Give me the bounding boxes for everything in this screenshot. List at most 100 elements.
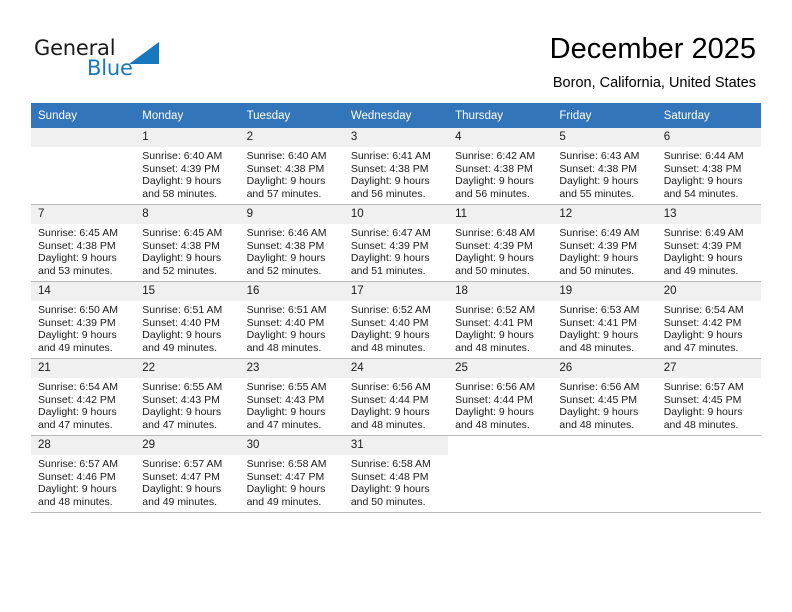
calendar-day-cell[interactable]: 20 Sunrise: 6:54 AM Sunset: 4:42 PM Dayligh… [656,281,761,359]
day-detail-line: Sunset: 4:38 PM [559,162,638,175]
day-number: 1 [135,128,240,147]
day-detail-line: Sunset: 4:38 PM [246,239,325,252]
calendar-day-cell[interactable]: 21 Sunrise: 6:54 AM Sunset: 4:42 PM Dayligh… [31,358,136,436]
day-number: 19 [552,282,657,301]
day-number: 26 [552,359,657,378]
logo-text-blue: Blue [87,56,133,80]
calendar-day-cell[interactable]: 19 Sunrise: 6:53 AM Sunset: 4:41 PM Dayligh… [552,281,657,359]
calendar-day-cell[interactable]: 1 Sunrise: 6:40 AM Sunset: 4:39 PM Daylight… [135,128,240,205]
day-detail-line: Daylight: 9 hours [38,483,117,496]
calendar-day-cell[interactable]: 22 Sunrise: 6:55 AM Sunset: 4:43 PM Dayligh… [135,358,240,436]
calendar-day-cell[interactable]: 29 Sunrise: 6:57 AM Sunset: 4:47 PM Dayligh… [135,435,240,513]
day-detail-line: Sunset: 4:43 PM [142,393,220,406]
day-number: 29 [135,436,240,455]
day-detail-line: Sunrise: 6:55 AM [142,381,223,393]
calendar-day-cell[interactable]: 25 Sunrise: 6:56 AM Sunset: 4:44 PM Dayligh… [448,358,553,436]
day-detail-line: Sunrise: 6:49 AM [559,227,640,239]
day-detail-line: and 54 minutes. [663,187,739,200]
day-detail-line: Sunrise: 6:50 AM [38,304,118,316]
calendar-day-cell[interactable]: 12 Sunrise: 6:49 AM Sunset: 4:39 PM Dayligh… [552,204,657,282]
calendar-day-cell[interactable]: 13 Sunrise: 6:49 AM Sunset: 4:39 PM Dayligh… [656,204,761,282]
calendar-day-cell[interactable]: 15 Sunrise: 6:51 AM Sunset: 4:40 PM Dayligh… [135,281,240,359]
day-detail-line: Daylight: 9 hours [38,252,117,265]
calendar-day-cell[interactable]: 27 Sunrise: 6:57 AM Sunset: 4:45 PM Dayligh… [656,358,761,436]
day-detail-line: Sunset: 4:45 PM [559,393,638,406]
day-number: 5 [552,128,657,147]
day-detail-line: Sunset: 4:47 PM [142,470,220,483]
calendar-day-cell[interactable]: 10 Sunrise: 6:47 AM Sunset: 4:39 PM Dayligh… [343,204,449,282]
general-blue-logo[interactable]: General Blue [34,36,214,86]
calendar-day-cell[interactable]: 7 Sunrise: 6:45 AM Sunset: 4:38 PM Daylight… [31,204,136,282]
calendar-day-cell[interactable]: 31 Sunrise: 6:58 AM Sunset: 4:48 PM Dayligh… [343,435,449,513]
weekday-header-monday: Monday [135,103,240,128]
day-detail-line: and 53 minutes. [38,264,113,277]
day-number: 25 [448,359,553,378]
day-details: Sunrise: 6:41 AM Sunset: 4:38 PM Daylight:… [344,147,448,200]
calendar-day-cell[interactable]: 14 Sunrise: 6:50 AM Sunset: 4:39 PM Dayligh… [31,281,136,359]
weekday-header-friday: Friday [552,103,657,128]
page-title: December 2025 [549,33,756,65]
calendar-day-cell[interactable]: 6 Sunrise: 6:44 AM Sunset: 4:38 PM Daylight… [656,128,761,205]
calendar-empty-cell [31,128,136,205]
day-detail-line: and 49 minutes. [663,264,739,277]
day-details: Sunrise: 6:45 AM Sunset: 4:38 PM Daylight:… [31,224,135,277]
calendar-day-cell[interactable]: 5 Sunrise: 6:43 AM Sunset: 4:38 PM Daylight… [552,128,657,205]
day-detail-line: Daylight: 9 hours [246,175,326,188]
calendar-day-cell[interactable]: 30 Sunrise: 6:58 AM Sunset: 4:47 PM Dayligh… [239,435,344,513]
day-detail-line: and 47 minutes. [663,341,739,354]
day-detail-line: Daylight: 9 hours [142,483,222,496]
day-details: Sunrise: 6:51 AM Sunset: 4:40 PM Daylight:… [135,301,239,354]
day-detail-line: Sunrise: 6:57 AM [38,458,118,470]
day-detail-line: and 49 minutes. [38,341,113,354]
day-detail-line: and 48 minutes. [350,418,426,431]
day-detail-line: Sunset: 4:38 PM [142,239,220,252]
day-details: Sunrise: 6:54 AM Sunset: 4:42 PM Daylight:… [31,378,135,431]
day-number: 30 [239,436,344,455]
day-number: 8 [135,205,240,224]
calendar-day-cell[interactable]: 3 Sunrise: 6:41 AM Sunset: 4:38 PM Daylight… [343,128,449,205]
day-number: 21 [31,359,136,378]
day-detail-line: Sunset: 4:39 PM [38,316,116,329]
day-detail-line: Sunset: 4:40 PM [142,316,220,329]
calendar-week-row: 28 Sunrise: 6:57 AM Sunset: 4:46 PM Dayligh… [31,435,761,513]
day-details: Sunrise: 6:56 AM Sunset: 4:44 PM Daylight:… [448,378,552,431]
day-detail-line: Daylight: 9 hours [663,406,743,419]
calendar-day-cell[interactable]: 26 Sunrise: 6:56 AM Sunset: 4:45 PM Dayligh… [552,358,657,436]
calendar-day-cell[interactable]: 28 Sunrise: 6:57 AM Sunset: 4:46 PM Dayligh… [31,435,136,513]
day-detail-line: Sunset: 4:45 PM [663,393,742,406]
calendar-day-cell[interactable]: 11 Sunrise: 6:48 AM Sunset: 4:39 PM Dayligh… [448,204,553,282]
day-number: 3 [343,128,449,147]
day-detail-line: Sunset: 4:39 PM [559,239,638,252]
calendar-day-cell[interactable]: 24 Sunrise: 6:56 AM Sunset: 4:44 PM Dayligh… [343,358,449,436]
day-detail-line: Sunset: 4:38 PM [455,162,533,175]
calendar-day-cell[interactable]: 2 Sunrise: 6:40 AM Sunset: 4:38 PM Daylight… [239,128,344,205]
day-detail-line: Sunset: 4:38 PM [350,162,429,175]
day-detail-line: Sunrise: 6:52 AM [350,304,431,316]
day-details: Sunrise: 6:56 AM Sunset: 4:44 PM Daylight:… [344,378,448,431]
day-detail-line: Sunrise: 6:54 AM [38,381,118,393]
day-detail-line: Sunset: 4:38 PM [246,162,325,175]
calendar-day-cell[interactable]: 17 Sunrise: 6:52 AM Sunset: 4:40 PM Dayligh… [343,281,449,359]
calendar-day-cell[interactable]: 23 Sunrise: 6:55 AM Sunset: 4:43 PM Dayligh… [239,358,344,436]
day-detail-line: Daylight: 9 hours [350,329,430,342]
day-detail-line: and 48 minutes. [559,341,635,354]
day-detail-line: Daylight: 9 hours [350,483,430,496]
weekday-header-thursday: Thursday [448,103,553,128]
day-detail-line: Daylight: 9 hours [38,329,117,342]
day-number: 18 [448,282,553,301]
day-detail-line: Daylight: 9 hours [246,483,326,496]
day-detail-line: and 48 minutes. [559,418,635,431]
day-number: 24 [343,359,449,378]
calendar-day-cell[interactable]: 9 Sunrise: 6:46 AM Sunset: 4:38 PM Daylight… [239,204,344,282]
day-details: Sunrise: 6:57 AM Sunset: 4:45 PM Daylight:… [657,378,761,431]
calendar-day-cell[interactable]: 18 Sunrise: 6:52 AM Sunset: 4:41 PM Dayligh… [448,281,553,359]
calendar-day-cell[interactable]: 8 Sunrise: 6:45 AM Sunset: 4:38 PM Daylight… [135,204,240,282]
day-detail-line: and 51 minutes. [350,264,426,277]
day-number: 12 [552,205,657,224]
day-detail-line: Daylight: 9 hours [455,175,534,188]
calendar-day-cell[interactable]: 4 Sunrise: 6:42 AM Sunset: 4:38 PM Daylight… [448,128,553,205]
day-detail-line: Sunrise: 6:55 AM [246,381,327,393]
day-detail-line: Daylight: 9 hours [559,175,639,188]
calendar-day-cell[interactable]: 16 Sunrise: 6:51 AM Sunset: 4:40 PM Dayligh… [239,281,344,359]
weekday-header-saturday: Saturday [656,103,761,128]
